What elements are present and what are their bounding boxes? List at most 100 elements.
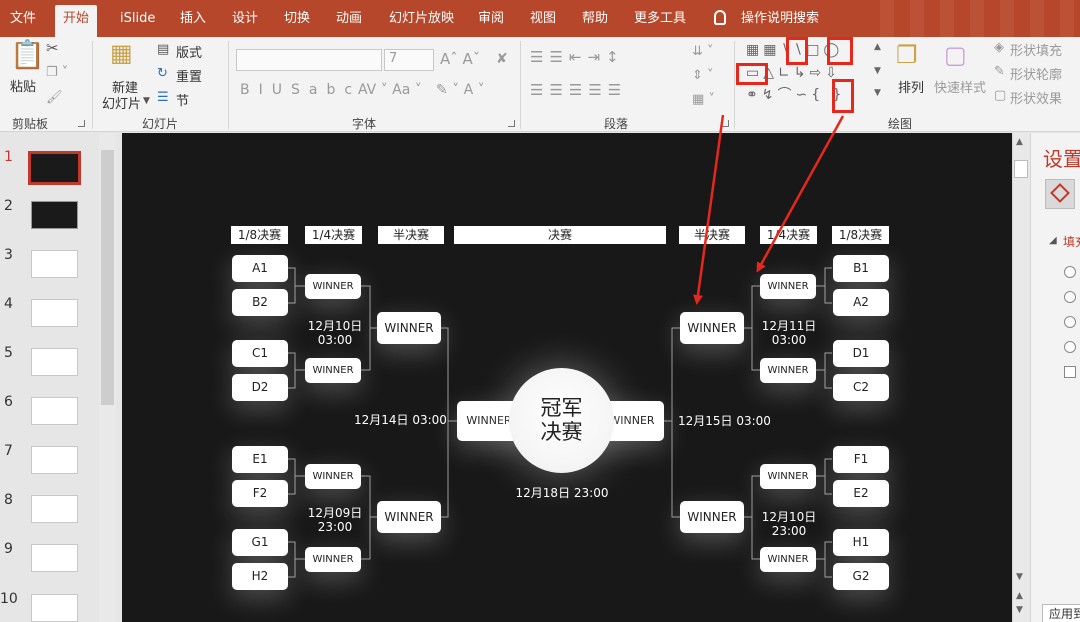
tab-design[interactable]: 设计 [232, 8, 258, 30]
shapes-gallery-row3[interactable]: ⚭↯⌒∽{ } [746, 88, 845, 102]
slide-thumbnail-9[interactable] [31, 544, 78, 572]
qf-winner-box[interactable]: WINNER [760, 464, 816, 489]
tell-me-search[interactable]: 操作说明搜索 [741, 8, 819, 30]
slide-thumbnail-4[interactable] [31, 299, 78, 327]
scroll-down-icon[interactable]: ▼ [1016, 573, 1023, 582]
gallery-scroll-down-icon[interactable]: ▼ [874, 67, 881, 76]
quick-style-button[interactable]: 快速样式 [934, 77, 986, 96]
team-box[interactable]: E1 [232, 446, 288, 473]
team-box[interactable]: F1 [833, 446, 889, 473]
new-slide-label[interactable]: 幻灯片 [102, 93, 141, 112]
team-box[interactable]: C1 [232, 340, 288, 367]
tab-view[interactable]: 视图 [530, 8, 556, 30]
align-text-icon[interactable]: ⇕ ˅ [692, 69, 714, 82]
thumbnail-scrollbar-thumb[interactable] [101, 150, 114, 405]
sf-winner-box[interactable]: WINNER [680, 501, 744, 533]
prev-slide-icon[interactable]: ▲ [1016, 592, 1023, 601]
quick-style-icon[interactable]: ▢ [944, 43, 967, 67]
clear-format-icon[interactable]: ✘ [496, 52, 508, 66]
tab-transitions[interactable]: 切换 [284, 8, 310, 30]
qf-winner-box[interactable]: WINNER [760, 274, 816, 299]
fill-option-radio[interactable] [1064, 266, 1076, 278]
team-box[interactable]: G1 [232, 529, 288, 556]
team-box[interactable]: B1 [833, 255, 889, 282]
fill-option-radio[interactable] [1064, 316, 1076, 328]
apply-to-all-button[interactable]: 应用到 [1042, 604, 1080, 622]
text-direction-icon[interactable]: ⇊ ˅ [692, 45, 714, 58]
team-box[interactable]: E2 [833, 480, 889, 507]
qf-winner-box[interactable]: WINNER [305, 547, 361, 572]
team-box[interactable]: F2 [232, 480, 288, 507]
slide-thumbnail-10[interactable] [31, 594, 78, 622]
scroll-up-icon[interactable]: ▲ [1016, 138, 1023, 147]
tab-home[interactable]: 开始 [55, 5, 98, 37]
shape-effect-button[interactable]: 形状效果 [1010, 88, 1062, 107]
sf-winner-box[interactable]: WINNER [377, 312, 441, 344]
chevron-down-icon[interactable]: ▼ [143, 97, 150, 106]
slide-thumbnail-8[interactable] [31, 495, 78, 523]
arrange-button[interactable]: 排列 [898, 77, 924, 96]
paste-icon[interactable]: 📋 [10, 41, 45, 69]
slide-scrollbar[interactable] [1012, 133, 1030, 622]
slide-thumbnail-6[interactable] [31, 397, 78, 425]
team-box[interactable]: G2 [833, 563, 889, 590]
team-box[interactable]: D1 [833, 340, 889, 367]
team-box[interactable]: H2 [232, 563, 288, 590]
next-slide-icon[interactable]: ▼ [1016, 606, 1023, 615]
launcher-icon[interactable] [722, 120, 729, 127]
fill-option-radio[interactable] [1064, 341, 1076, 353]
qf-winner-box[interactable]: WINNER [305, 274, 361, 299]
qf-winner-box[interactable]: WINNER [760, 358, 816, 383]
tab-help[interactable]: 帮助 [582, 8, 608, 30]
tab-review[interactable]: 审阅 [478, 8, 504, 30]
font-style-icons[interactable]: BIUSabc [240, 83, 361, 97]
team-box[interactable]: A2 [833, 289, 889, 316]
fill-section-label[interactable]: 填充 [1063, 233, 1080, 250]
fill-option-radio[interactable] [1064, 291, 1076, 303]
tab-animations[interactable]: 动画 [336, 8, 362, 30]
team-box[interactable]: H1 [833, 529, 889, 556]
team-box[interactable]: B2 [232, 289, 288, 316]
qf-winner-box[interactable]: WINNER [305, 464, 361, 489]
fill-line-tab[interactable] [1045, 179, 1075, 209]
gallery-scroll-up-icon[interactable]: ▲ [874, 43, 881, 52]
fill-option-checkbox[interactable] [1064, 366, 1076, 378]
slide-thumbnail-1[interactable] [28, 151, 81, 185]
cut-icon[interactable]: ✂ [46, 41, 59, 56]
char-spacing-icon[interactable]: AV ˅ Aa ˅ [358, 83, 422, 97]
qf-winner-box[interactable]: WINNER [760, 547, 816, 572]
new-slide-icon[interactable]: ▦ [110, 41, 133, 65]
tab-insert[interactable]: 插入 [180, 8, 206, 30]
slide-scrollbar-thumb[interactable] [1014, 160, 1028, 178]
sf-winner-box[interactable]: WINNER [377, 501, 441, 533]
align-icons[interactable]: ☰☰☰☰☰ [530, 83, 627, 98]
section-button[interactable]: 节 [176, 90, 189, 109]
slide-thumbnail-3[interactable] [31, 250, 78, 278]
slide-thumbnail-2[interactable] [31, 201, 78, 229]
font-grow-icon[interactable]: Aˆ Aˇ [440, 52, 480, 67]
copy-icon[interactable]: ❐ ˅ [46, 66, 68, 79]
slide-canvas[interactable]: 1/8决赛 1/4决赛 半决赛 决赛 半决赛 1/4决赛 1/8决赛 A1 B2… [122, 133, 1012, 622]
sf-winner-box[interactable]: WINNER [680, 312, 744, 344]
arrange-icon[interactable]: ❐ [896, 43, 918, 67]
slide-thumbnail-7[interactable] [31, 446, 78, 474]
font-color-icon[interactable]: ✎ ˅ A ˅ [436, 83, 485, 97]
slide-thumbnail-5[interactable] [31, 348, 78, 376]
font-name-dropdown[interactable] [236, 49, 382, 71]
shape-fill-button[interactable]: 形状填充 [1010, 40, 1062, 59]
tab-file[interactable]: 文件 [10, 8, 36, 30]
gallery-more-icon[interactable]: ▼ [874, 89, 881, 98]
list-icons[interactable]: ☰☰⇤⇥↕ [530, 50, 625, 65]
team-box[interactable]: C2 [833, 374, 889, 401]
launcher-icon[interactable] [508, 120, 515, 127]
smartart-icon[interactable]: ▦ ˅ [692, 93, 715, 106]
paste-button[interactable]: 粘贴 [10, 76, 36, 95]
tab-slideshow[interactable]: 幻灯片放映 [389, 8, 454, 30]
collapse-triangle-icon[interactable]: ◢ [1049, 236, 1057, 246]
shape-outline-button[interactable]: 形状轮廓 [1010, 64, 1062, 83]
tab-islide[interactable]: iSlide [120, 8, 155, 30]
reset-button[interactable]: 重置 [176, 66, 202, 85]
layout-button[interactable]: 版式 [176, 42, 202, 61]
champion-circle[interactable]: 冠军 决赛 [509, 368, 614, 473]
team-box[interactable]: A1 [232, 255, 288, 282]
